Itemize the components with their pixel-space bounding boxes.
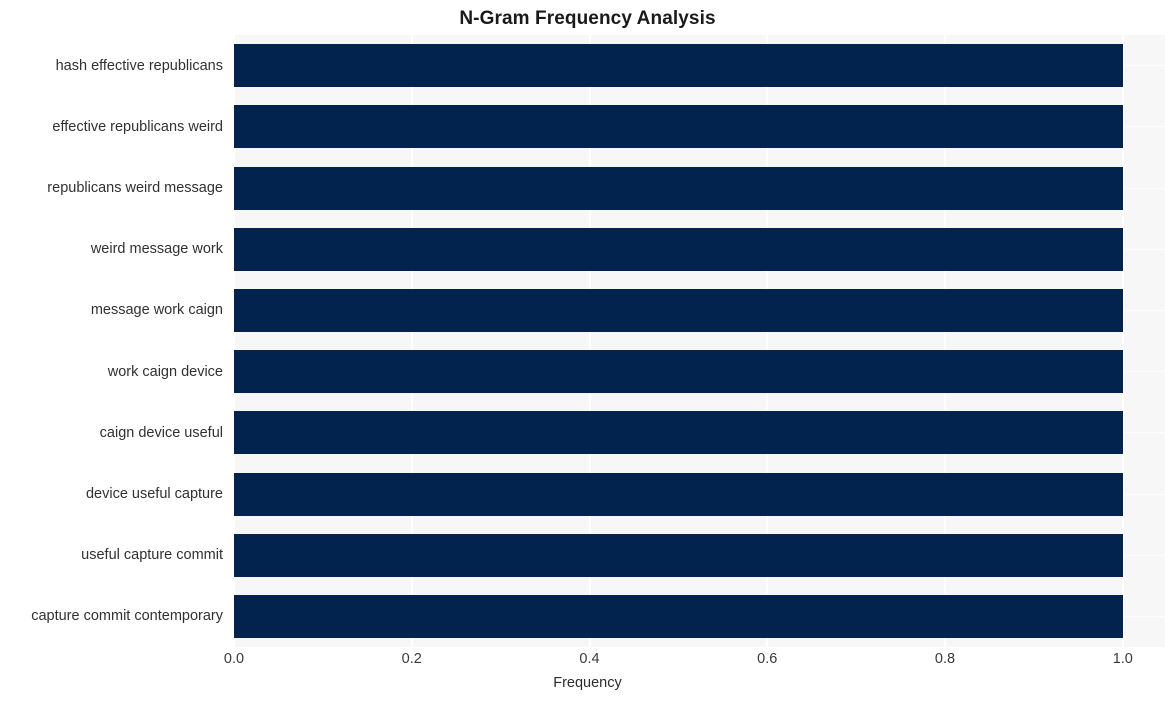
- y-axis-tick-labels: hash effective republicans effective repu…: [0, 35, 234, 647]
- bar[interactable]: [234, 227, 1123, 271]
- bar[interactable]: [234, 44, 1123, 88]
- x-axis-tick-label: 0.4: [579, 651, 600, 667]
- plot-area: [233, 35, 1165, 647]
- bar[interactable]: [234, 166, 1123, 210]
- y-axis-tick-label: hash effective republicans: [55, 57, 223, 74]
- bar[interactable]: [234, 350, 1123, 394]
- y-axis-tick-label: message work caign: [90, 302, 223, 319]
- chart-figure: N-Gram Frequency Analysis hash effective…: [0, 0, 1175, 701]
- y-axis-tick-label: capture commit contemporary: [31, 608, 223, 625]
- y-axis-tick-label: useful capture commit: [81, 547, 223, 564]
- x-axis-tick-label: 0.8: [934, 651, 956, 667]
- bar[interactable]: [234, 411, 1123, 455]
- y-axis-tick-label: work caign device: [107, 363, 223, 380]
- bar[interactable]: [234, 594, 1123, 638]
- bar[interactable]: [234, 288, 1123, 332]
- x-axis-tick-labels: 0.0 0.2 0.4 0.6 0.8 1.0: [224, 650, 1165, 672]
- x-axis-tick-label: 0.2: [401, 651, 422, 667]
- y-axis-tick-label: device useful capture: [85, 486, 223, 502]
- y-axis-tick-label: caign device useful: [99, 424, 223, 441]
- bar[interactable]: [234, 472, 1123, 516]
- y-axis-tick-label: effective republicans weird: [52, 118, 223, 135]
- x-axis-tick-label: 0.6: [757, 651, 778, 667]
- chart-title: N-Gram Frequency Analysis: [459, 8, 716, 29]
- bar[interactable]: [234, 533, 1123, 577]
- y-axis-tick-label: republicans weird message: [47, 180, 223, 196]
- x-axis-tick-label: 1.0: [1112, 651, 1133, 667]
- x-axis-label: Frequency: [553, 675, 622, 691]
- x-axis-tick-label: 0.0: [223, 651, 245, 667]
- bar[interactable]: [234, 105, 1123, 149]
- y-axis-tick-label: weird message work: [90, 241, 223, 258]
